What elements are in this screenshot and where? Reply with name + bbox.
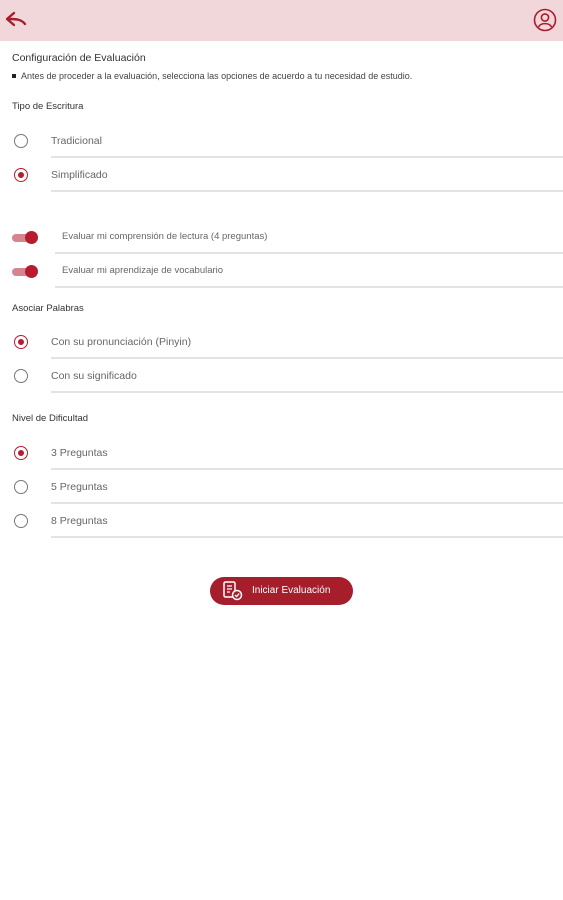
- radio-button-checked[interactable]: [14, 446, 28, 460]
- start-evaluation-button[interactable]: Iniciar Evaluación: [210, 577, 353, 605]
- divider: [51, 536, 563, 538]
- option-8-questions[interactable]: 8 Preguntas: [0, 504, 563, 538]
- section-title-associate-words: Asociar Palabras: [12, 303, 84, 314]
- toggle-reading-comprehension[interactable]: Evaluar mi comprensión de lectura (4 pre…: [0, 220, 563, 254]
- option-5-questions[interactable]: 5 Preguntas: [0, 470, 563, 504]
- radio-button[interactable]: [14, 369, 28, 383]
- toggle-switch[interactable]: [12, 265, 38, 278]
- radio-button[interactable]: [14, 134, 28, 148]
- option-label: Tradicional: [51, 135, 102, 147]
- toggle-vocabulary[interactable]: Evaluar mi aprendizaje de vocabulario: [0, 254, 563, 288]
- app-bar: [0, 0, 563, 41]
- toggle-switch[interactable]: [12, 231, 38, 244]
- user-circle-icon[interactable]: [533, 8, 557, 32]
- toggle-label: Evaluar mi aprendizaje de vocabulario: [62, 265, 224, 276]
- divider: [51, 391, 563, 393]
- exam-document-icon: [223, 581, 243, 601]
- option-label: Con su significado: [51, 370, 137, 382]
- radio-button-checked[interactable]: [14, 168, 28, 182]
- option-label: 8 Preguntas: [51, 515, 108, 527]
- option-pronunciation[interactable]: Con su pronunciación (Pinyin): [0, 325, 563, 359]
- option-3-questions[interactable]: 3 Preguntas: [0, 436, 563, 470]
- option-label: Simplificado: [51, 169, 108, 181]
- radio-button[interactable]: [14, 514, 28, 528]
- option-label: 3 Preguntas: [51, 447, 108, 459]
- back-arrow-icon[interactable]: [4, 9, 28, 31]
- radio-button[interactable]: [14, 480, 28, 494]
- instructions-text: Antes de proceder a la evaluación, selec…: [21, 71, 413, 81]
- instructions-note: Antes de proceder a la evaluación, selec…: [12, 71, 412, 81]
- section-title-writing-type: Tipo de Escritura: [12, 101, 84, 112]
- option-traditional[interactable]: Tradicional: [0, 124, 563, 158]
- bullet-icon: [12, 74, 16, 78]
- page-title: Configuración de Evaluación: [12, 52, 146, 64]
- option-meaning[interactable]: Con su significado: [0, 359, 563, 393]
- radio-button-checked[interactable]: [14, 335, 28, 349]
- start-evaluation-label: Iniciar Evaluación: [252, 585, 331, 596]
- option-simplified[interactable]: Simplificado: [0, 158, 563, 192]
- section-title-difficulty: Nivel de Dificultad: [12, 413, 89, 424]
- option-label: Con su pronunciación (Pinyin): [51, 336, 192, 348]
- divider: [55, 286, 563, 288]
- toggle-label: Evaluar mi comprensión de lectura (4 pre…: [62, 231, 268, 242]
- option-label: 5 Preguntas: [51, 481, 108, 493]
- divider: [51, 190, 563, 192]
